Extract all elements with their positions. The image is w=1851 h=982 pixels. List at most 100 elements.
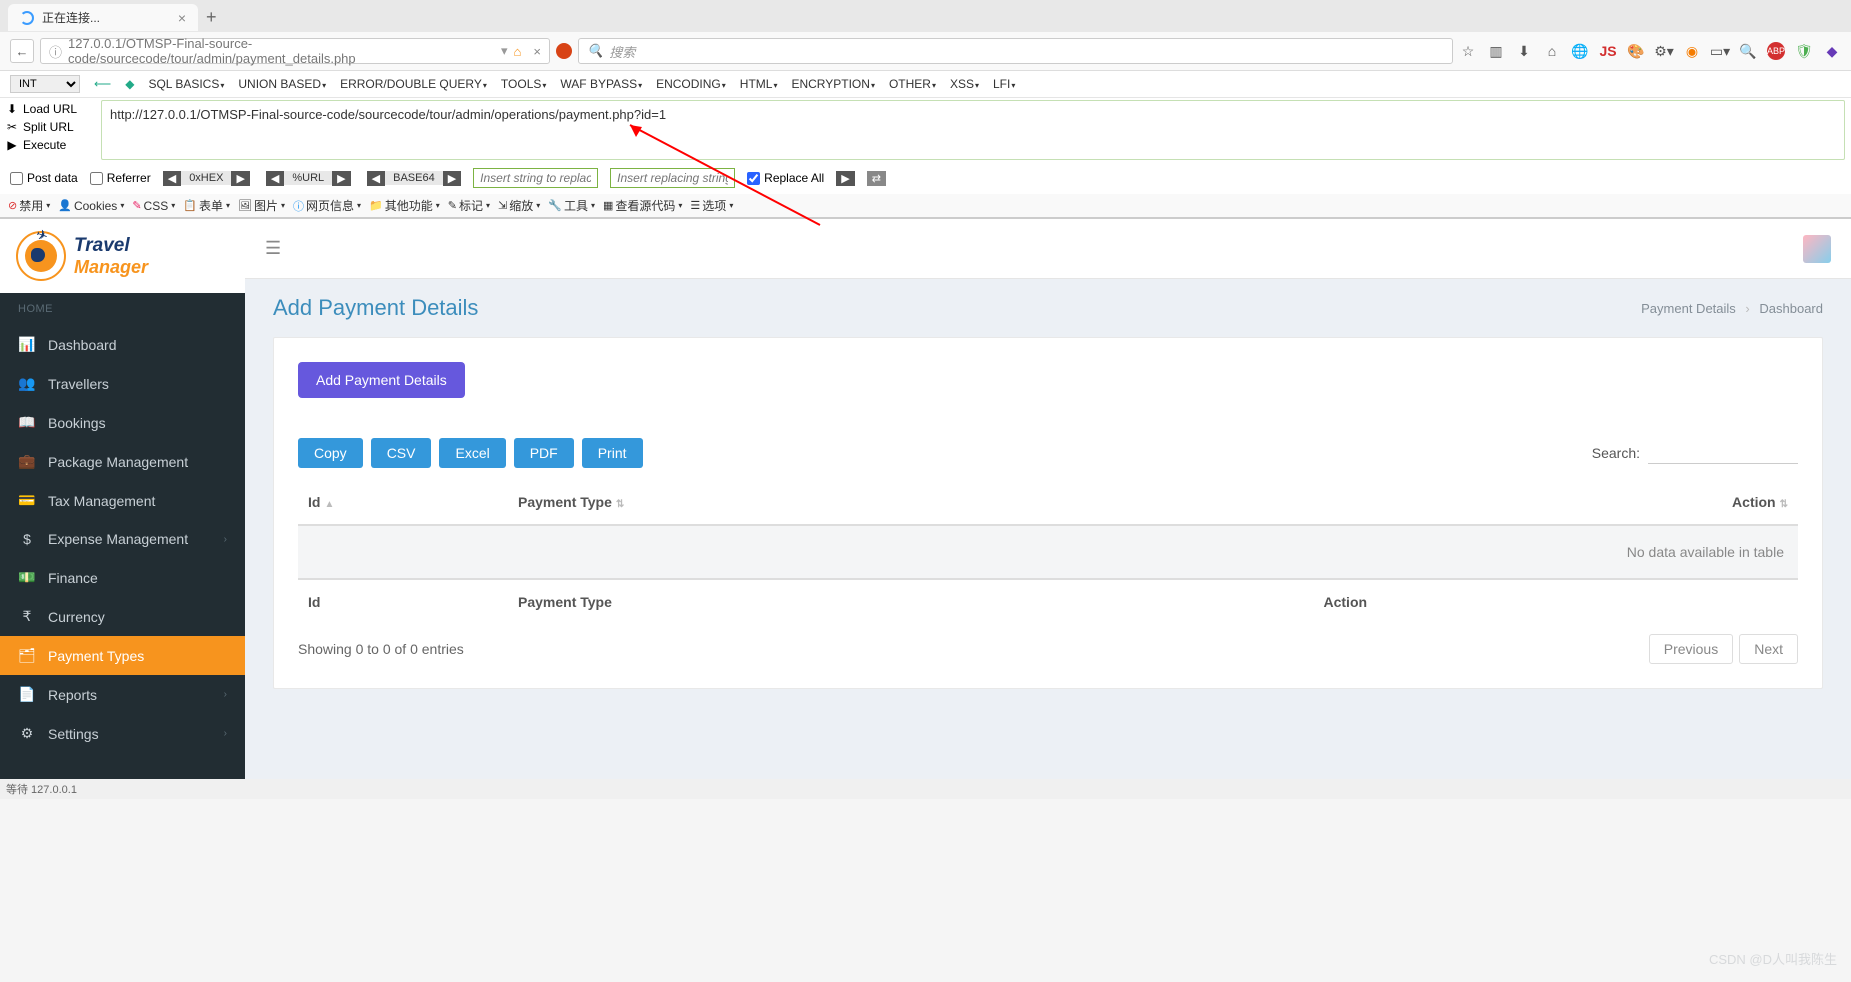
hackbar-load-url[interactable]: ⬇Load URL	[6, 100, 101, 118]
download-icon[interactable]: ⬇	[1515, 42, 1533, 60]
export-buttons: Copy CSVExcel PDF Print	[298, 438, 643, 468]
search-label: Search:	[1592, 445, 1640, 461]
devtool-其他功能[interactable]: 📁其他功能	[367, 197, 442, 214]
encrypt-right-icon[interactable]: ◆	[125, 77, 134, 91]
hackbar-menu-tools[interactable]: TOOLS	[501, 77, 546, 91]
hex-base64[interactable]: ◀BASE64▶	[367, 171, 462, 186]
hackbar-url-input[interactable]: http://127.0.0.1/OTMSP-Final-source-code…	[101, 100, 1845, 160]
hex-url[interactable]: ◀%URL▶	[266, 171, 351, 186]
hackbar-type-select[interactable]: INT	[10, 75, 80, 93]
abp-icon[interactable]: ABP	[1767, 42, 1785, 60]
sidebar-item-payment-types[interactable]: 🗂Payment Types	[0, 636, 245, 675]
hackbar-menu-encryption[interactable]: ENCRYPTION	[791, 77, 874, 91]
library-icon[interactable]: ▥	[1487, 42, 1505, 60]
replace-all-checkbox[interactable]: Replace All	[747, 171, 824, 185]
devtool-图片[interactable]: 🖼图片	[236, 197, 287, 214]
copy-button[interactable]: Copy	[298, 438, 363, 468]
add-payment-button[interactable]: Add Payment Details	[298, 362, 465, 398]
hackbar-menu-html[interactable]: HTML	[740, 77, 778, 91]
footer-col-action: Action	[1314, 579, 1799, 624]
tab-close-icon[interactable]: ×	[178, 10, 186, 26]
hamburger-icon[interactable]: ☰	[265, 238, 281, 259]
devtool-禁用[interactable]: ⊘禁用	[6, 197, 52, 214]
hackbar-menu-xss[interactable]: XSS	[950, 77, 979, 91]
col-id[interactable]: Id▲	[298, 480, 508, 525]
gear-icon[interactable]: ⚙▾	[1655, 42, 1673, 60]
clear-icon[interactable]: ×	[533, 44, 541, 59]
encrypt-left-icon[interactable]: ⟵	[94, 77, 111, 91]
devtool-网页信息[interactable]: ⓘ网页信息	[291, 197, 363, 214]
hackbar-menu-waf-bypass[interactable]: WAF BYPASS	[560, 77, 642, 91]
watermark: CSDN @D人叫我陈生	[1709, 949, 1837, 968]
home-icon[interactable]: ⌂	[514, 44, 522, 59]
sidebar-item-finance[interactable]: 💵Finance	[0, 558, 245, 597]
browser-tab[interactable]: 正在连接... ×	[8, 4, 198, 31]
noscript-icon[interactable]	[556, 43, 572, 59]
ext1-icon[interactable]: 🎨	[1627, 42, 1645, 60]
replace-from-input[interactable]	[473, 168, 598, 188]
devtool-表单[interactable]: 📋表单	[181, 197, 232, 214]
globe-icon[interactable]: 🌐	[1571, 42, 1589, 60]
zoom-icon[interactable]: 🔍	[1739, 42, 1757, 60]
sidebar-item-tax-management[interactable]: 💳Tax Management	[0, 481, 245, 520]
devtool-工具[interactable]: 🔧工具	[546, 197, 597, 214]
user-avatar[interactable]	[1803, 235, 1831, 263]
home-toolbar-icon[interactable]: ⌂	[1543, 42, 1561, 60]
excel-button[interactable]: Excel	[439, 438, 505, 468]
sidebar-item-expense-management[interactable]: $Expense Management›	[0, 520, 245, 558]
csv-button[interactable]: CSV	[371, 438, 432, 468]
sidebar-item-package-management[interactable]: 💼Package Management	[0, 442, 245, 481]
responsive-icon[interactable]: ▭▾	[1711, 42, 1729, 60]
hackbar-menu-lfi[interactable]: LFI	[993, 77, 1015, 91]
search-bar[interactable]: 🔍 搜索	[578, 38, 1453, 64]
replace-go-button[interactable]: ▶	[836, 171, 854, 186]
col-payment-type[interactable]: Payment Type⇅	[508, 480, 1314, 525]
sidebar-item-bookings[interactable]: 📖Bookings	[0, 403, 245, 442]
hackbar-split-url[interactable]: ✂Split URL	[6, 118, 101, 136]
back-button[interactable]: ←	[10, 39, 34, 63]
prev-button[interactable]: Previous	[1649, 634, 1733, 664]
js-icon[interactable]: JS	[1599, 42, 1617, 60]
hackbar-menu-union-based[interactable]: UNION BASED	[238, 77, 326, 91]
next-button[interactable]: Next	[1739, 634, 1798, 664]
referrer-checkbox[interactable]: Referrer	[90, 171, 151, 185]
ext2-icon[interactable]: ◉	[1683, 42, 1701, 60]
hackbar-execute[interactable]: ▶Execute	[6, 136, 101, 154]
sidebar-icon: ₹	[18, 608, 36, 625]
devtool-CSS[interactable]: ✎CSS	[130, 197, 177, 214]
col-action[interactable]: Action⇅	[1314, 480, 1799, 525]
sidebar-item-travellers[interactable]: 👥Travellers	[0, 364, 245, 403]
sidebar-icon: 🗂	[18, 647, 36, 664]
devtool-Cookies[interactable]: 👤Cookies	[56, 197, 126, 214]
ext3-icon[interactable]: ◆	[1823, 42, 1841, 60]
hackbar-menu-error-double-query[interactable]: ERROR/DOUBLE QUERY	[340, 77, 487, 91]
hackbar-menu-sql-basics[interactable]: SQL BASICS	[148, 77, 224, 91]
breadcrumb-item[interactable]: Dashboard	[1759, 301, 1823, 316]
url-bar[interactable]: ⓘ 127.0.0.1/OTMSP-Final-source-code/sour…	[40, 38, 550, 64]
hex-0xhex[interactable]: ◀0xHEX▶	[163, 171, 250, 186]
new-tab-button[interactable]: +	[206, 7, 217, 28]
devtools-bar: ⊘禁用👤Cookies✎CSS📋表单🖼图片ⓘ网页信息📁其他功能✎标记⇲缩放🔧工具…	[0, 194, 1851, 218]
hackbar-menu-encoding[interactable]: ENCODING	[656, 77, 726, 91]
devtool-标记[interactable]: ✎标记	[446, 197, 492, 214]
sidebar-item-settings[interactable]: ⚙Settings›	[0, 714, 245, 753]
sidebar-item-dashboard[interactable]: 📊Dashboard	[0, 325, 245, 364]
sidebar-item-currency[interactable]: ₹Currency	[0, 597, 245, 636]
devtool-选项[interactable]: ☰选项	[688, 197, 735, 214]
shield-icon[interactable]: 🛡	[1795, 42, 1813, 60]
logo[interactable]: ✈ Travel Manager	[0, 219, 245, 293]
replace-swap-button[interactable]: ⇄	[867, 171, 886, 186]
bookmark-icon[interactable]: ☆	[1459, 42, 1477, 60]
dropdown-icon[interactable]: ▾	[501, 43, 508, 59]
logo-icon: ✈	[16, 231, 66, 281]
devtool-查看源代码[interactable]: ▦查看源代码	[601, 197, 684, 214]
breadcrumb-item[interactable]: Payment Details	[1641, 301, 1736, 316]
devtool-缩放[interactable]: ⇲缩放	[496, 197, 542, 214]
print-button[interactable]: Print	[582, 438, 643, 468]
post-data-checkbox[interactable]: Post data	[10, 171, 78, 185]
hackbar-menu-other[interactable]: OTHER	[889, 77, 936, 91]
sidebar-item-reports[interactable]: 📄Reports›	[0, 675, 245, 714]
replace-to-input[interactable]	[610, 168, 735, 188]
table-search-input[interactable]	[1648, 442, 1798, 464]
pdf-button[interactable]: PDF	[514, 438, 574, 468]
